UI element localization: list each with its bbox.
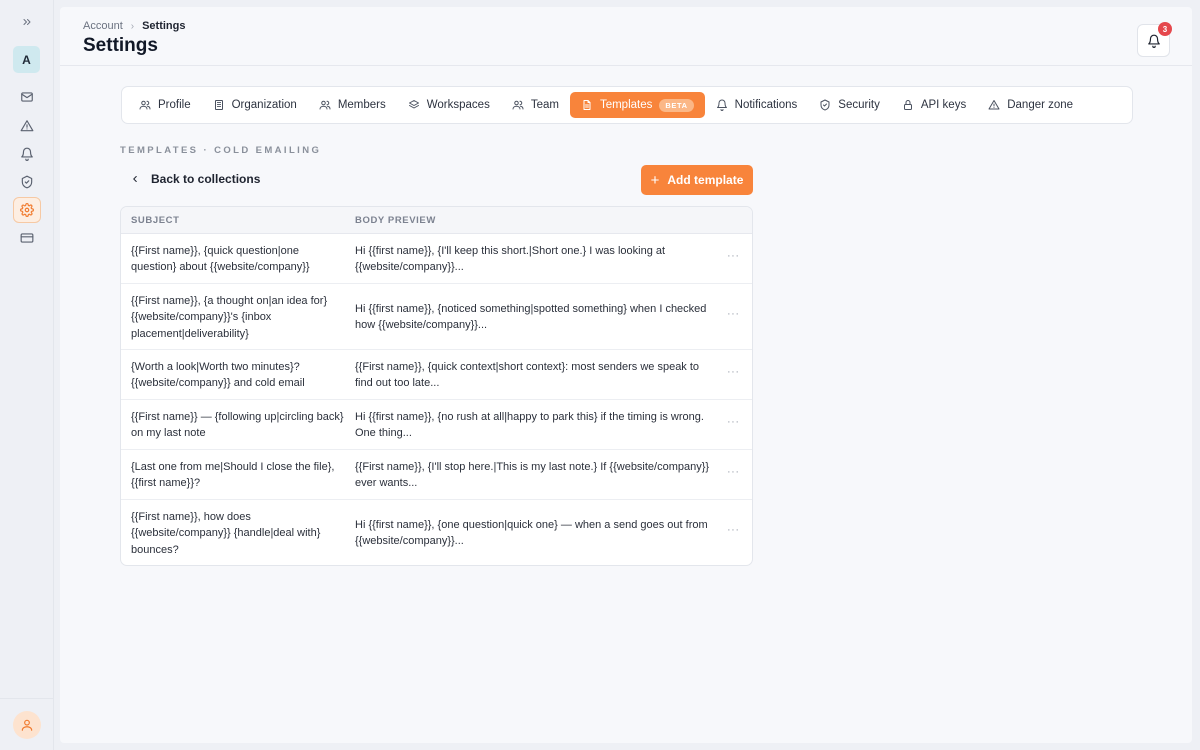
alert-triangle-icon: [988, 100, 1000, 110]
tab-label: Workspaces: [426, 99, 490, 111]
tab-label: Team: [530, 99, 559, 111]
breadcrumb-current: Settings: [142, 20, 186, 32]
bell-icon[interactable]: [13, 141, 41, 167]
file-text-icon: [583, 100, 591, 110]
row-menu-button[interactable]: ···: [727, 466, 740, 478]
tab-members[interactable]: Members: [308, 92, 397, 118]
column-header-subject: SUBJECT: [131, 215, 180, 226]
beta-badge: BETA: [659, 98, 694, 112]
tab-api-keys[interactable]: API keys: [891, 92, 977, 118]
tab-security[interactable]: Security: [808, 92, 891, 118]
page-title: Settings: [83, 35, 158, 56]
sidebar: A: [0, 0, 54, 750]
subject-cell: {{First name}}, {a thought on|an idea fo…: [131, 295, 328, 340]
layers-icon: [408, 100, 419, 109]
templates-table: SUBJECT BODY PREVIEW {{First name}}, {qu…: [120, 206, 753, 566]
tab-label: Profile: [158, 99, 191, 111]
sidebar-divider: [0, 698, 54, 699]
column-header-body: BODY PREVIEW: [355, 215, 436, 226]
users-icon: [139, 100, 151, 110]
tab-label: Security: [838, 99, 880, 111]
building-icon: [214, 100, 223, 110]
subject-cell: {Worth a look|Worth two minutes}? {{webs…: [131, 361, 305, 390]
table-row[interactable]: {Worth a look|Worth two minutes}? {{webs…: [121, 350, 752, 400]
section-label: TEMPLATES · COLD EMAILING: [120, 145, 322, 156]
gear-icon[interactable]: [13, 197, 41, 223]
bell-icon: [716, 99, 727, 111]
lock-icon: [903, 100, 912, 110]
row-menu-button[interactable]: ···: [727, 366, 740, 378]
tab-team[interactable]: Team: [501, 92, 570, 118]
chevron-left-icon: [133, 175, 137, 183]
add-template-label: Add template: [667, 173, 744, 187]
body-preview-cell: Hi {{first name}}, {noticed something|sp…: [355, 303, 707, 332]
chevron-right-icon: ›: [130, 20, 135, 32]
subject-cell: {{First name}}, how does {{website/compa…: [131, 511, 321, 556]
topbar: Account › Settings Settings 3: [60, 7, 1192, 66]
tab-notifications[interactable]: Notifications: [705, 92, 809, 118]
add-template-button[interactable]: + Add template: [641, 165, 753, 195]
tab-label: Organization: [231, 99, 297, 111]
back-to-collections-link[interactable]: Back to collections: [130, 172, 260, 186]
table-row[interactable]: {{First name}}, {quick question|one ques…: [121, 234, 752, 284]
shield-icon[interactable]: [13, 169, 41, 195]
breadcrumb: Account › Settings: [83, 20, 186, 32]
tab-label: API keys: [920, 99, 967, 111]
row-menu-button[interactable]: ···: [727, 524, 740, 536]
subject-cell: {Last one from me|Should I close the fil…: [131, 461, 335, 490]
users-icon: [512, 100, 524, 110]
table-header: SUBJECT BODY PREVIEW: [121, 207, 752, 234]
main-panel: Account › Settings Settings 3 Profile Or…: [60, 7, 1192, 743]
tab-label: Danger zone: [1007, 99, 1074, 111]
shield-icon: [820, 99, 830, 111]
row-menu-button[interactable]: ···: [727, 416, 740, 428]
tab-organization[interactable]: Organization: [202, 92, 308, 118]
user-icon[interactable]: [13, 711, 41, 739]
plus-icon: +: [650, 171, 660, 189]
table-row[interactable]: {{First name}}, how does {{website/compa…: [121, 500, 752, 565]
table-row[interactable]: {Last one from me|Should I close the fil…: [121, 450, 752, 500]
body-preview-cell: Hi {{first name}}, {no rush at all|happy…: [355, 411, 704, 440]
tab-workspaces[interactable]: Workspaces: [397, 92, 501, 118]
tab-danger-zone[interactable]: Danger zone: [977, 92, 1084, 118]
table-row[interactable]: {{First name}}, {a thought on|an idea fo…: [121, 284, 752, 350]
subject-cell: {{First name}}, {quick question|one ques…: [131, 245, 310, 274]
table-row[interactable]: {{First name}} — {following up|circling …: [121, 400, 752, 450]
tab-label: Members: [337, 99, 386, 111]
body-preview-cell: {{First name}}, {quick context|short con…: [355, 361, 700, 390]
settings-tabs: Profile Organization Members Workspaces …: [121, 86, 1133, 124]
notifications-badge: 3: [1158, 22, 1172, 36]
bell-icon: [1147, 34, 1160, 48]
subject-cell: {{First name}} — {following up|circling …: [131, 411, 344, 440]
row-menu-button[interactable]: ···: [727, 250, 740, 262]
chevrons-right-icon[interactable]: [16, 12, 38, 32]
row-menu-button[interactable]: ···: [727, 308, 740, 320]
mail-icon[interactable]: [13, 84, 41, 110]
tab-label: Notifications: [734, 99, 798, 111]
tab-label: Templates: [599, 99, 653, 111]
tab-profile[interactable]: Profile: [128, 92, 202, 118]
credit-card-icon[interactable]: [13, 225, 41, 251]
tab-templates[interactable]: Templates BETA: [569, 92, 705, 118]
alert-triangle-icon[interactable]: [13, 113, 41, 139]
back-label: Back to collections: [151, 172, 261, 186]
body-preview-cell: Hi {{first name}}, {one question|quick o…: [355, 519, 708, 548]
body-preview-cell: Hi {{first name}}, {I'll keep this short…: [355, 245, 666, 274]
workspace-avatar[interactable]: A: [13, 46, 40, 73]
users-icon: [319, 100, 331, 110]
breadcrumb-parent[interactable]: Account: [83, 20, 123, 32]
body-preview-cell: {{First name}}, {I'll stop here.|This is…: [355, 461, 710, 490]
